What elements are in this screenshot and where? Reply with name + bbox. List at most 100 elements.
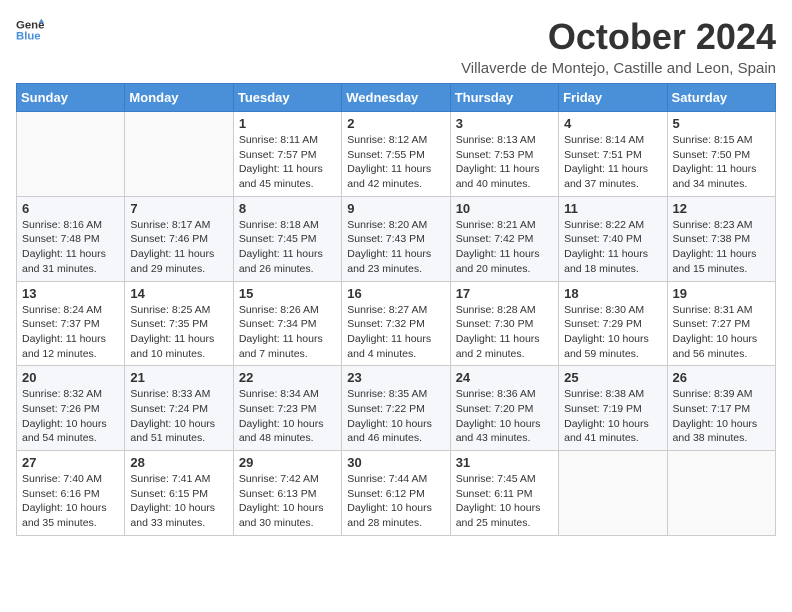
weekday-header-saturday: Saturday <box>667 84 775 112</box>
day-info: Sunrise: 8:24 AM Sunset: 7:37 PM Dayligh… <box>22 303 119 362</box>
calendar-cell: 19 Sunrise: 8:31 AM Sunset: 7:27 PM Dayli… <box>667 281 775 366</box>
day-info: Sunrise: 8:34 AM Sunset: 7:23 PM Dayligh… <box>239 387 336 446</box>
weekday-header-wednesday: Wednesday <box>342 84 450 112</box>
day-info: Sunrise: 7:45 AM Sunset: 6:11 PM Dayligh… <box>456 472 553 531</box>
weekday-header-friday: Friday <box>559 84 667 112</box>
calendar-cell: 21 Sunrise: 8:33 AM Sunset: 7:24 PM Dayli… <box>125 366 233 451</box>
day-info: Sunrise: 8:20 AM Sunset: 7:43 PM Dayligh… <box>347 218 444 277</box>
day-number: 30 <box>347 455 444 470</box>
calendar-week-3: 13 Sunrise: 8:24 AM Sunset: 7:37 PM Dayli… <box>17 281 776 366</box>
day-info: Sunrise: 8:28 AM Sunset: 7:30 PM Dayligh… <box>456 303 553 362</box>
day-number: 25 <box>564 370 661 385</box>
day-info: Sunrise: 8:17 AM Sunset: 7:46 PM Dayligh… <box>130 218 227 277</box>
day-info: Sunrise: 7:42 AM Sunset: 6:13 PM Dayligh… <box>239 472 336 531</box>
day-number: 12 <box>673 201 770 216</box>
day-info: Sunrise: 8:14 AM Sunset: 7:51 PM Dayligh… <box>564 133 661 192</box>
calendar-cell: 29 Sunrise: 7:42 AM Sunset: 6:13 PM Dayli… <box>233 451 341 536</box>
calendar-cell: 8 Sunrise: 8:18 AM Sunset: 7:45 PM Daylig… <box>233 196 341 281</box>
calendar-cell <box>667 451 775 536</box>
day-number: 17 <box>456 286 553 301</box>
weekday-header-thursday: Thursday <box>450 84 558 112</box>
day-info: Sunrise: 8:27 AM Sunset: 7:32 PM Dayligh… <box>347 303 444 362</box>
day-info: Sunrise: 7:40 AM Sunset: 6:16 PM Dayligh… <box>22 472 119 531</box>
day-number: 11 <box>564 201 661 216</box>
day-info: Sunrise: 8:21 AM Sunset: 7:42 PM Dayligh… <box>456 218 553 277</box>
calendar-cell: 11 Sunrise: 8:22 AM Sunset: 7:40 PM Dayli… <box>559 196 667 281</box>
day-number: 28 <box>130 455 227 470</box>
calendar-cell: 27 Sunrise: 7:40 AM Sunset: 6:16 PM Dayli… <box>17 451 125 536</box>
day-number: 13 <box>22 286 119 301</box>
calendar-cell: 1 Sunrise: 8:11 AM Sunset: 7:57 PM Daylig… <box>233 112 341 197</box>
day-number: 29 <box>239 455 336 470</box>
calendar-week-1: 1 Sunrise: 8:11 AM Sunset: 7:57 PM Daylig… <box>17 112 776 197</box>
day-number: 21 <box>130 370 227 385</box>
day-info: Sunrise: 7:41 AM Sunset: 6:15 PM Dayligh… <box>130 472 227 531</box>
calendar-cell: 18 Sunrise: 8:30 AM Sunset: 7:29 PM Dayli… <box>559 281 667 366</box>
calendar-cell: 14 Sunrise: 8:25 AM Sunset: 7:35 PM Dayli… <box>125 281 233 366</box>
day-info: Sunrise: 8:36 AM Sunset: 7:20 PM Dayligh… <box>456 387 553 446</box>
day-number: 1 <box>239 116 336 131</box>
calendar-cell: 13 Sunrise: 8:24 AM Sunset: 7:37 PM Dayli… <box>17 281 125 366</box>
weekday-header-row: SundayMondayTuesdayWednesdayThursdayFrid… <box>17 84 776 112</box>
day-number: 4 <box>564 116 661 131</box>
calendar-cell <box>559 451 667 536</box>
calendar-cell: 12 Sunrise: 8:23 AM Sunset: 7:38 PM Dayli… <box>667 196 775 281</box>
calendar-week-2: 6 Sunrise: 8:16 AM Sunset: 7:48 PM Daylig… <box>17 196 776 281</box>
day-number: 18 <box>564 286 661 301</box>
day-info: Sunrise: 8:30 AM Sunset: 7:29 PM Dayligh… <box>564 303 661 362</box>
day-number: 27 <box>22 455 119 470</box>
day-number: 19 <box>673 286 770 301</box>
day-info: Sunrise: 8:26 AM Sunset: 7:34 PM Dayligh… <box>239 303 336 362</box>
day-info: Sunrise: 8:18 AM Sunset: 7:45 PM Dayligh… <box>239 218 336 277</box>
day-number: 26 <box>673 370 770 385</box>
weekday-header-tuesday: Tuesday <box>233 84 341 112</box>
day-info: Sunrise: 8:16 AM Sunset: 7:48 PM Dayligh… <box>22 218 119 277</box>
calendar-cell: 28 Sunrise: 7:41 AM Sunset: 6:15 PM Dayli… <box>125 451 233 536</box>
calendar-cell: 4 Sunrise: 8:14 AM Sunset: 7:51 PM Daylig… <box>559 112 667 197</box>
location-subtitle: Villaverde de Montejo, Castille and Leon… <box>461 60 776 77</box>
svg-text:General: General <box>16 19 44 31</box>
day-info: Sunrise: 8:22 AM Sunset: 7:40 PM Dayligh… <box>564 218 661 277</box>
day-info: Sunrise: 8:31 AM Sunset: 7:27 PM Dayligh… <box>673 303 770 362</box>
day-info: Sunrise: 8:11 AM Sunset: 7:57 PM Dayligh… <box>239 133 336 192</box>
day-number: 5 <box>673 116 770 131</box>
weekday-header-monday: Monday <box>125 84 233 112</box>
calendar-cell: 16Sunrise: 8:27 AM Sunset: 7:32 PM Dayli… <box>342 281 450 366</box>
day-number: 6 <box>22 201 119 216</box>
day-number: 7 <box>130 201 227 216</box>
calendar-cell: 23Sunrise: 8:35 AM Sunset: 7:22 PM Dayli… <box>342 366 450 451</box>
calendar-cell: 2Sunrise: 8:12 AM Sunset: 7:55 PM Daylig… <box>342 112 450 197</box>
calendar-cell <box>17 112 125 197</box>
day-number: 8 <box>239 201 336 216</box>
day-number: 14 <box>130 286 227 301</box>
day-number: 31 <box>456 455 553 470</box>
calendar-cell: 17 Sunrise: 8:28 AM Sunset: 7:30 PM Dayli… <box>450 281 558 366</box>
day-info: Sunrise: 8:32 AM Sunset: 7:26 PM Dayligh… <box>22 387 119 446</box>
day-number: 24 <box>456 370 553 385</box>
calendar-cell: 20 Sunrise: 8:32 AM Sunset: 7:26 PM Dayli… <box>17 366 125 451</box>
svg-text:Blue: Blue <box>16 31 41 43</box>
calendar-cell: 25 Sunrise: 8:38 AM Sunset: 7:19 PM Dayli… <box>559 366 667 451</box>
day-info: Sunrise: 8:23 AM Sunset: 7:38 PM Dayligh… <box>673 218 770 277</box>
calendar-cell: 7 Sunrise: 8:17 AM Sunset: 7:46 PM Daylig… <box>125 196 233 281</box>
day-number: 10 <box>456 201 553 216</box>
page-header: General Blue October 2024 Villaverde de … <box>16 16 776 77</box>
day-info: Sunrise: 8:38 AM Sunset: 7:19 PM Dayligh… <box>564 387 661 446</box>
day-info: Sunrise: 7:44 AM Sunset: 6:12 PM Dayligh… <box>347 472 444 531</box>
day-number: 20 <box>22 370 119 385</box>
day-info: Sunrise: 8:25 AM Sunset: 7:35 PM Dayligh… <box>130 303 227 362</box>
calendar-week-4: 20 Sunrise: 8:32 AM Sunset: 7:26 PM Dayli… <box>17 366 776 451</box>
weekday-header-sunday: Sunday <box>17 84 125 112</box>
day-info: Sunrise: 8:35 AM Sunset: 7:22 PM Dayligh… <box>347 387 444 446</box>
title-block: October 2024 Villaverde de Montejo, Cast… <box>461 16 776 77</box>
calendar-week-5: 27 Sunrise: 7:40 AM Sunset: 6:16 PM Dayli… <box>17 451 776 536</box>
calendar-cell: 6 Sunrise: 8:16 AM Sunset: 7:48 PM Daylig… <box>17 196 125 281</box>
calendar-cell: 30 Sunrise: 7:44 AM Sunset: 6:12 PM Dayli… <box>342 451 450 536</box>
day-info: Sunrise: 8:33 AM Sunset: 7:24 PM Dayligh… <box>130 387 227 446</box>
calendar-table: SundayMondayTuesdayWednesdayThursdayFrid… <box>16 83 776 536</box>
calendar-cell: 22Sunrise: 8:34 AM Sunset: 7:23 PM Dayli… <box>233 366 341 451</box>
day-info: Sunrise: 8:15 AM Sunset: 7:50 PM Dayligh… <box>673 133 770 192</box>
calendar-cell: 31 Sunrise: 7:45 AM Sunset: 6:11 PM Dayli… <box>450 451 558 536</box>
day-info: Sunrise: 8:13 AM Sunset: 7:53 PM Dayligh… <box>456 133 553 192</box>
calendar-cell: 9Sunrise: 8:20 AM Sunset: 7:43 PM Daylig… <box>342 196 450 281</box>
